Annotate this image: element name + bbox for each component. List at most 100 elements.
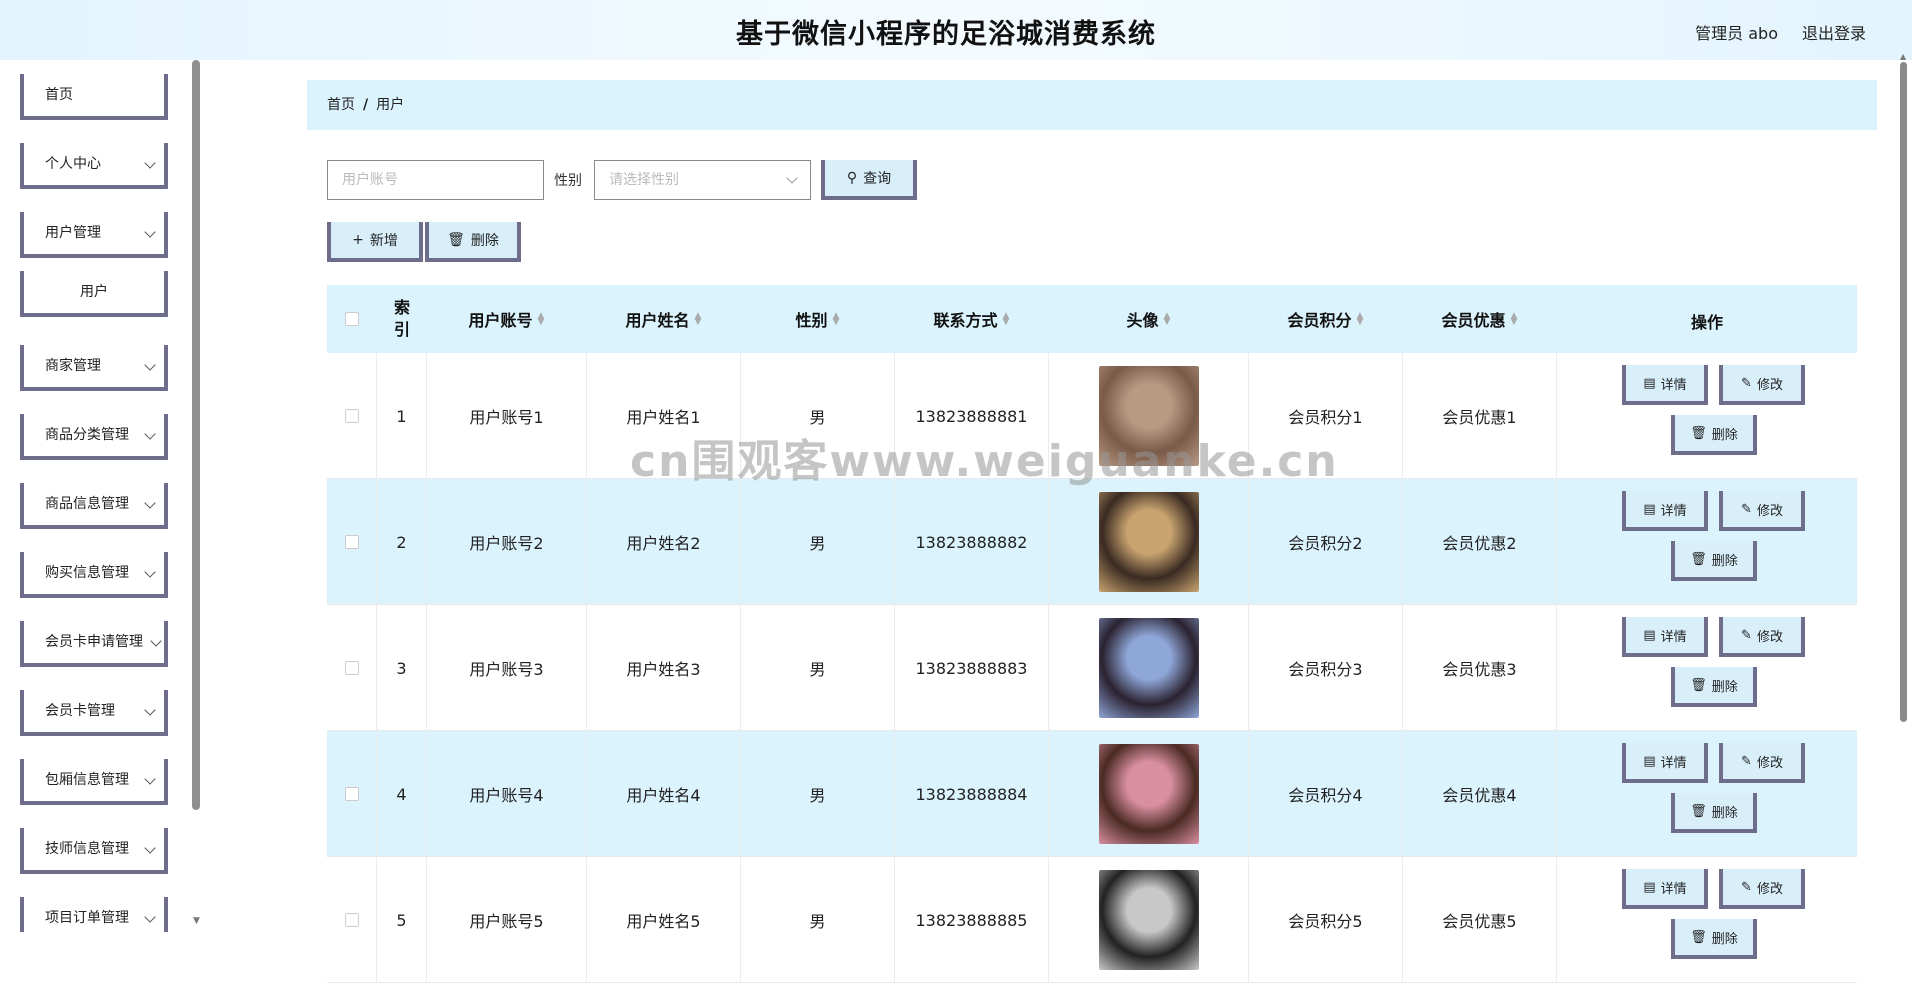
chevron-down-icon (144, 359, 156, 371)
admin-label: 管理员 abo (1695, 24, 1778, 43)
gender-select[interactable]: 请选择性别 (594, 160, 811, 200)
cell-account: 用户账号4 (427, 731, 587, 857)
cell-points: 会员积分5 (1249, 857, 1403, 983)
search-icon: ⚲ (846, 170, 858, 186)
header-gender[interactable]: 性别 ▲ ▼ (741, 285, 895, 353)
row-checkbox[interactable] (344, 535, 359, 549)
detail-button[interactable]: ▤ 详情 (1622, 617, 1708, 657)
cell-points: 会员积分3 (1249, 605, 1403, 731)
header-ops: 操作 (1690, 313, 1723, 332)
edit-button[interactable]: ✎ 修改 (1719, 491, 1805, 531)
chevron-down-icon (150, 635, 162, 647)
document-icon: ▤ (1643, 879, 1656, 895)
sidebar-item-label: 商家管理 (45, 358, 101, 374)
avatar-cell (1049, 605, 1249, 731)
cell-name: 用户姓名3 (587, 605, 741, 731)
table-header: 索引 用户账号 ▲ ▼ 用户姓名 ▲ ▼ 性别 ▲ ▼ 联系方式 ▲ ▼ 头像 ▲ ▼ 会员积分 ▲ ▼… (327, 285, 1857, 353)
sidebar-item-profile[interactable]: 个人中心 (20, 143, 168, 189)
cell-name: 用户姓名2 (587, 479, 741, 605)
breadcrumb: 首页 / 用户 (307, 80, 1877, 130)
edit-button[interactable]: ✎ 修改 (1719, 743, 1805, 783)
sidebar-item-merchant-management[interactable]: 商家管理 (20, 345, 168, 391)
chevron-down-icon (144, 566, 156, 578)
cell-phone: 13823888883 (895, 605, 1049, 731)
sort-icon: ▲ ▼ (694, 311, 702, 327)
sidebar-scrollbar[interactable] (192, 60, 200, 810)
chevron-down-icon (144, 842, 156, 854)
row-checkbox[interactable] (344, 661, 359, 675)
header-account[interactable]: 用户账号 ▲ ▼ (427, 285, 587, 353)
sidebar-item-home[interactable]: 首页 (20, 74, 168, 120)
detail-button[interactable]: ▤ 详情 (1622, 743, 1708, 783)
cell-phone: 13823888882 (895, 479, 1049, 605)
row-checkbox[interactable] (344, 409, 359, 423)
sidebar-item-category-management[interactable]: 商品分类管理 (20, 414, 168, 460)
sidebar-item-room-management[interactable]: 包厢信息管理 (20, 759, 168, 805)
scroll-down-arrow-icon[interactable]: ▼ (193, 916, 200, 926)
header-discount[interactable]: 会员优惠 ▲ ▼ (1403, 285, 1557, 353)
delete-button-label: 删除 (1711, 931, 1738, 947)
delete-button[interactable]: 🗑 删除 (1671, 415, 1757, 455)
delete-button-label: 删除 (1711, 805, 1738, 821)
sort-icon: ▲ ▼ (1002, 311, 1010, 327)
sidebar-item-order-management[interactable]: 项目订单管理 (20, 897, 168, 932)
avatar[interactable] (1098, 618, 1199, 718)
cell-account: 用户账号3 (427, 605, 587, 731)
cell-discount: 会员优惠5 (1403, 857, 1557, 983)
account-search-input[interactable]: 用户账号 (327, 160, 544, 200)
avatar[interactable] (1098, 744, 1199, 844)
edit-button[interactable]: ✎ 修改 (1719, 869, 1805, 909)
delete-button[interactable]: 🗑 删除 (1671, 541, 1757, 581)
sidebar-item-card-application[interactable]: 会员卡申请管理 (20, 621, 168, 667)
header-points[interactable]: 会员积分 ▲ ▼ (1249, 285, 1403, 353)
detail-button[interactable]: ▤ 详情 (1622, 365, 1708, 405)
header-discount-label: 会员优惠 (1441, 311, 1506, 330)
row-select-cell (327, 857, 377, 983)
trash-icon: 🗑 (447, 232, 465, 248)
sort-icon: ▲ ▼ (1356, 311, 1364, 327)
avatar-cell (1049, 479, 1249, 605)
query-button[interactable]: ⚲ 查询 (821, 160, 917, 200)
detail-button[interactable]: ▤ 详情 (1622, 491, 1708, 531)
row-checkbox[interactable] (344, 913, 359, 927)
sidebar-item-technician-management[interactable]: 技师信息管理 (20, 828, 168, 874)
edit-button[interactable]: ✎ 修改 (1719, 365, 1805, 405)
cell-account: 用户账号2 (427, 479, 587, 605)
sidebar-item-label: 会员卡申请管理 (45, 634, 143, 650)
delete-button-label: 删除 (1711, 553, 1738, 569)
chevron-down-icon (144, 911, 156, 923)
sidebar-item-user-management[interactable]: 用户管理 (20, 212, 168, 258)
chevron-down-icon (144, 704, 156, 716)
sidebar-item-card-management[interactable]: 会员卡管理 (20, 690, 168, 736)
delete-button[interactable]: 🗑 删除 (1671, 793, 1757, 833)
header-avatar-label: 头像 (1126, 311, 1159, 330)
edit-button[interactable]: ✎ 修改 (1719, 617, 1805, 657)
select-all-checkbox[interactable] (345, 312, 359, 326)
header-phone[interactable]: 联系方式 ▲ ▼ (895, 285, 1049, 353)
page-scrollbar[interactable] (1900, 62, 1907, 722)
avatar[interactable] (1098, 492, 1199, 592)
pencil-icon: ✎ (1741, 375, 1752, 391)
cell-gender: 男 (741, 479, 895, 605)
delete-button[interactable]: 🗑 删除 (1671, 667, 1757, 707)
edit-button-label: 修改 (1756, 881, 1783, 897)
sidebar-item-product-management[interactable]: 商品信息管理 (20, 483, 168, 529)
header-name[interactable]: 用户姓名 ▲ ▼ (587, 285, 741, 353)
batch-delete-button[interactable]: 🗑 删除 (425, 222, 521, 262)
header-gender-label: 性别 (795, 311, 828, 330)
delete-button[interactable]: 🗑 删除 (1671, 919, 1757, 959)
header-avatar[interactable]: 头像 ▲ ▼ (1049, 285, 1249, 353)
add-button[interactable]: + 新增 (327, 222, 423, 262)
row-checkbox[interactable] (344, 787, 359, 801)
logout-link[interactable]: 退出登录 (1802, 20, 1866, 44)
avatar[interactable] (1098, 870, 1199, 970)
avatar-cell (1049, 731, 1249, 857)
table-row: 5 用户账号5 用户姓名5 男 13823888885 会员积分5 会员优惠5 ▤ 详情 ✎ 修改 🗑… (327, 857, 1857, 983)
sidebar-subitem-user[interactable]: 用户 (20, 271, 168, 317)
trash-icon: 🗑 (1690, 677, 1707, 693)
page-scroll-up-icon[interactable]: ▲ (1900, 52, 1906, 61)
breadcrumb-home[interactable]: 首页 (327, 97, 355, 113)
sidebar-item-purchase-management[interactable]: 购买信息管理 (20, 552, 168, 598)
row-select-cell (327, 731, 377, 857)
detail-button[interactable]: ▤ 详情 (1622, 869, 1708, 909)
